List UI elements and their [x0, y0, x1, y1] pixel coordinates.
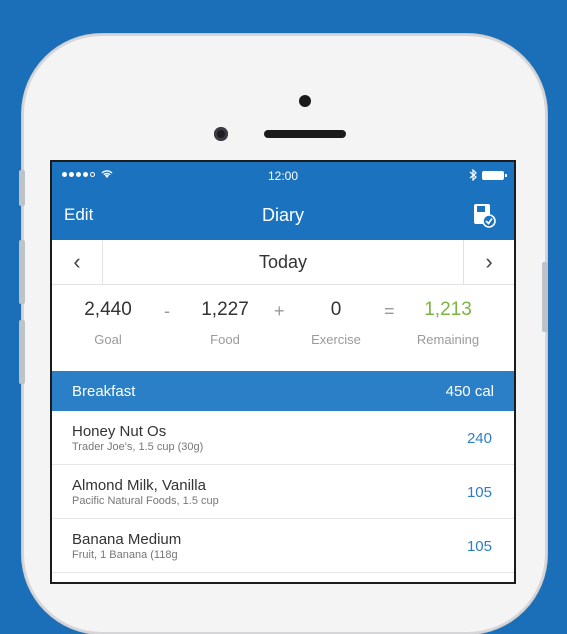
food-calories: 240 — [466, 430, 492, 447]
mute-switch — [19, 170, 25, 206]
food-entry-row[interactable]: Honey Nut Os Trader Joe's, 1.5 cup (30g)… — [52, 411, 514, 465]
next-day-button[interactable]: › — [463, 240, 514, 284]
save-icon[interactable] — [472, 202, 496, 228]
remaining-column: 1,213 Remaining — [408, 299, 488, 347]
food-entry-row[interactable]: Banana Medium Fruit, 1 Banana (118g 105 — [52, 519, 514, 573]
front-camera — [214, 127, 228, 141]
bluetooth-icon — [469, 169, 477, 181]
remaining-value: 1,213 — [424, 299, 472, 320]
food-detail: Trader Joe's, 1.5 cup (30g) — [72, 441, 204, 453]
chevron-right-icon: › — [485, 249, 493, 274]
food-detail: Pacific Natural Foods, 1.5 cup — [72, 495, 219, 507]
exercise-label: Exercise — [311, 332, 361, 347]
exercise-column: 0 Exercise — [298, 299, 374, 347]
exercise-value: 0 — [330, 299, 342, 320]
volume-up-button — [19, 240, 25, 304]
battery-icon — [482, 170, 507, 180]
food-name: Banana Medium — [72, 531, 182, 548]
page-title: Diary — [261, 205, 304, 225]
status-bar: 12:00 — [52, 162, 514, 190]
meal-calories: 450 cal — [445, 383, 494, 400]
food-column: 1,227 Food — [185, 299, 265, 347]
phone-screen: 12:00 Edit Diary ‹ Today › 2,440 Goal - … — [52, 162, 514, 582]
food-entry-row[interactable]: Almond Milk, Vanilla Pacific Natural Foo… — [52, 465, 514, 519]
meal-name: Breakfast — [72, 383, 136, 400]
breakfast-header[interactable]: Breakfast 450 cal — [52, 371, 514, 411]
nav-bar: Edit Diary — [52, 190, 514, 240]
minus-operator: - — [164, 301, 170, 321]
earpiece-speaker — [264, 130, 346, 138]
current-date[interactable]: Today — [52, 252, 514, 273]
goal-label: Goal — [94, 332, 122, 347]
proximity-sensor — [299, 95, 311, 107]
food-value: 1,227 — [201, 299, 249, 320]
food-name: Almond Milk, Vanilla — [72, 477, 206, 494]
goal-value: 2,440 — [84, 299, 132, 320]
food-label: Food — [210, 332, 240, 347]
food-name: Honey Nut Os — [72, 423, 167, 440]
food-calories: 105 — [466, 484, 492, 501]
volume-down-button — [19, 320, 25, 384]
equals-operator: = — [384, 301, 395, 321]
calorie-summary: 2,440 Goal - 1,227 Food + 0 Exercise = 1… — [52, 285, 514, 371]
food-calories: 105 — [466, 538, 492, 555]
date-navigator: ‹ Today › — [52, 240, 514, 285]
food-detail: Fruit, 1 Banana (118g — [72, 549, 178, 561]
goal-column: 2,440 Goal — [70, 299, 146, 347]
power-button — [542, 262, 548, 332]
remaining-label: Remaining — [416, 332, 480, 347]
plus-operator: + — [274, 301, 285, 321]
status-time: 12:00 — [267, 169, 299, 183]
